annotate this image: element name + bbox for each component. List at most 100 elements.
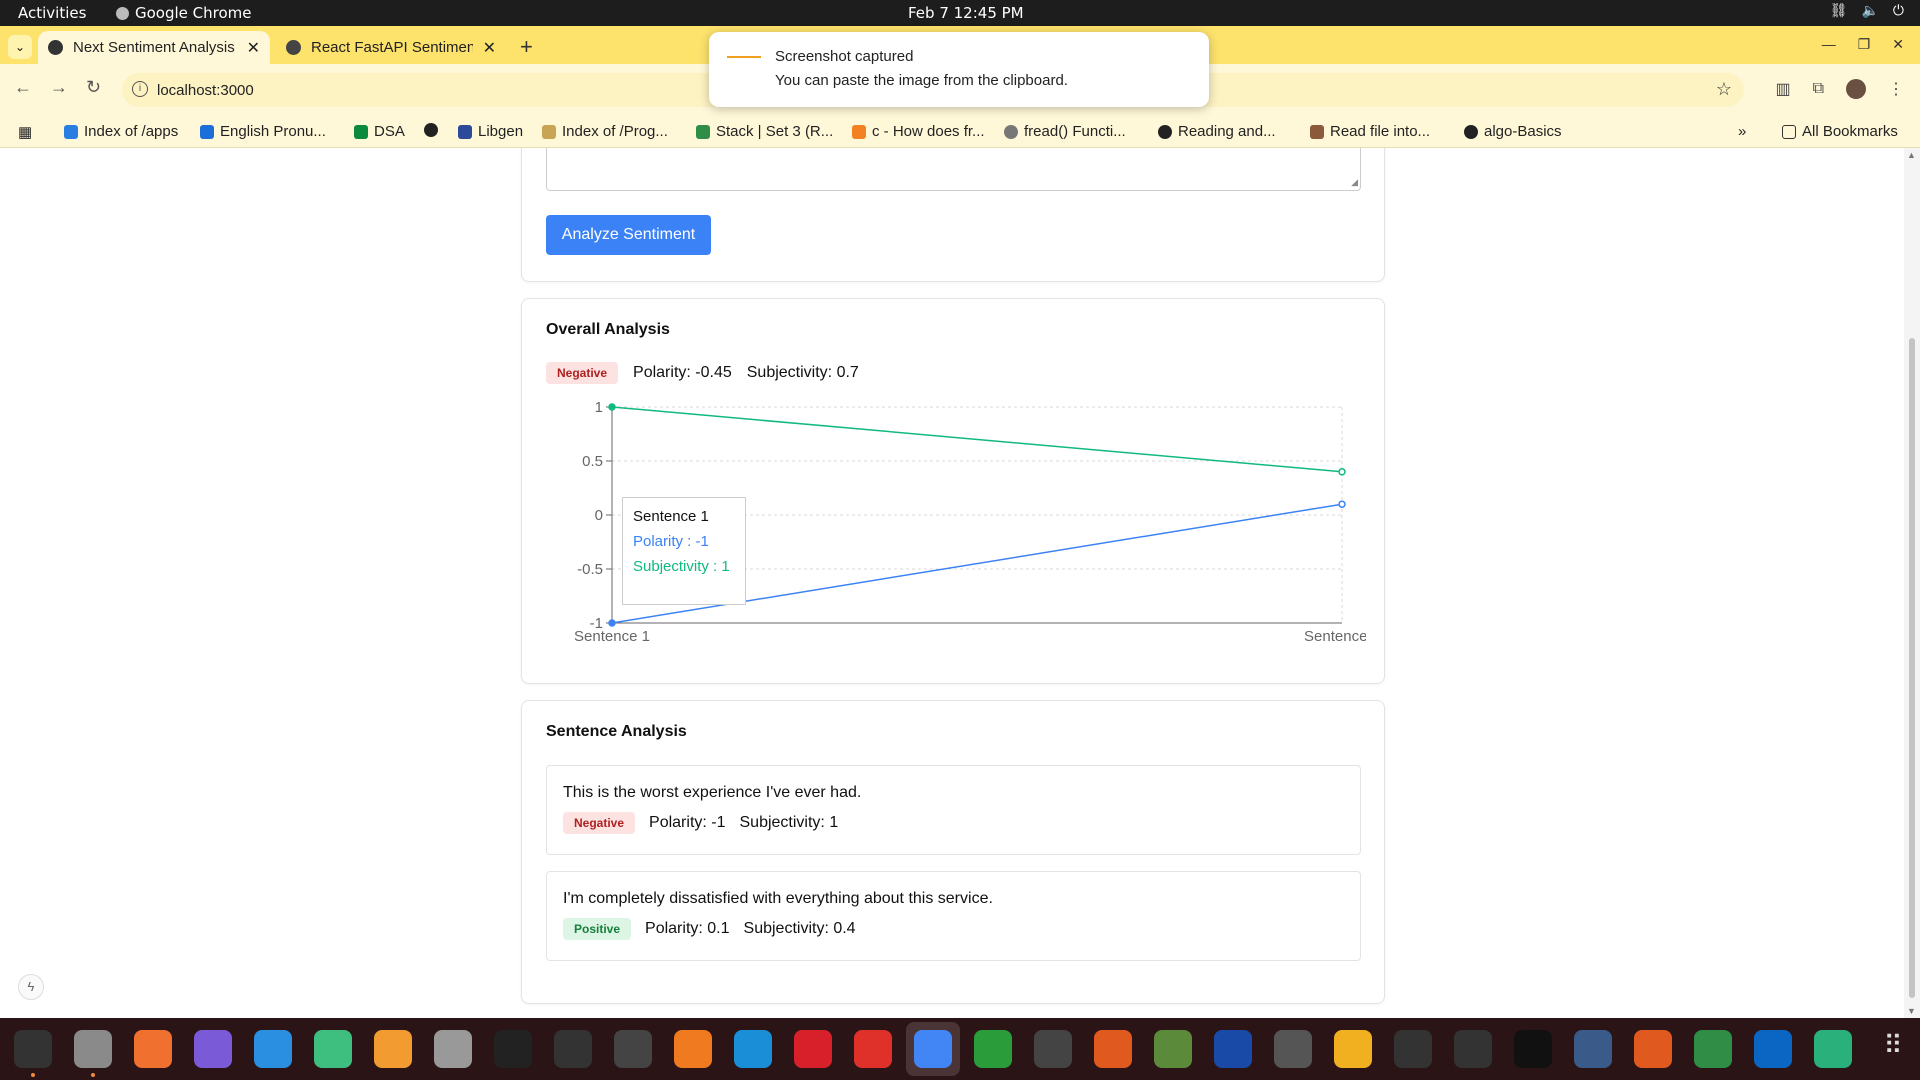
bookmark-item[interactable]: Index of /apps: [64, 123, 178, 140]
jetbrains-toolbox-icon[interactable]: [1094, 1030, 1132, 1068]
new-tab-button[interactable]: +: [520, 34, 533, 60]
xampp-icon[interactable]: [1814, 1030, 1852, 1068]
overall-analysis-heading: Overall Analysis: [546, 321, 670, 338]
close-window-icon[interactable]: ✕: [1892, 36, 1904, 53]
pe-icon[interactable]: [1634, 1030, 1672, 1068]
bookmark-item[interactable]: Reading and...: [1158, 123, 1276, 140]
scroll-up-icon[interactable]: ▲: [1907, 150, 1916, 160]
blender-like-icon[interactable]: [194, 1030, 232, 1068]
vscode-icon[interactable]: [254, 1030, 292, 1068]
clock[interactable]: Feb 7 12:45 PM: [908, 4, 1024, 22]
page-scrollbar[interactable]: ▲ ▼: [1904, 148, 1920, 1018]
firefox-icon[interactable]: [674, 1030, 712, 1068]
power-icon: ⏻: [1892, 3, 1904, 19]
bookmark-item[interactable]: Libgen: [458, 123, 523, 140]
font-viewer-icon[interactable]: [614, 1030, 652, 1068]
c-editor-icon[interactable]: [1274, 1030, 1312, 1068]
bookmark-item[interactable]: Index of /Prog...: [542, 123, 668, 140]
brackets-icon[interactable]: [1214, 1030, 1252, 1068]
resize-handle-icon[interactable]: ◢: [1351, 177, 1358, 188]
vivaldi-icon[interactable]: [854, 1030, 892, 1068]
bookmark-item[interactable]: c - How does fr...: [852, 123, 985, 140]
atom-icon[interactable]: [314, 1030, 352, 1068]
ideone-icon[interactable]: [1034, 1030, 1072, 1068]
reload-icon[interactable]: ↻: [86, 77, 101, 98]
menu-icon[interactable]: ⋮: [1888, 79, 1904, 99]
site-info-icon[interactable]: i: [132, 81, 148, 97]
bookmark-item[interactable]: fread() Functi...: [1004, 123, 1126, 140]
bookmark-item[interactable]: DSA: [354, 123, 405, 140]
geeksforgeeks-icon[interactable]: [1694, 1030, 1732, 1068]
screenshot-notification[interactable]: Screenshot captured You can paste the im…: [709, 32, 1209, 107]
bookmark-favicon-icon: [458, 124, 472, 139]
tab-react-fastapi[interactable]: React FastAPI Sentiment ✕: [276, 31, 506, 64]
system-tray[interactable]: ⛓ 🔈 ⏻: [1830, 3, 1904, 19]
gitkraken-icon[interactable]: [1394, 1030, 1432, 1068]
apps-grid-icon[interactable]: ▦: [18, 123, 32, 141]
reading-list-icon[interactable]: ▥: [1775, 79, 1790, 99]
bookmark-label: Read file into...: [1330, 123, 1431, 140]
bookmark-label: Index of /Prog...: [562, 123, 668, 140]
sentiment-badge: Negative: [546, 362, 619, 384]
close-tab-icon[interactable]: ✕: [483, 38, 496, 58]
y-tick-label: 0.5: [582, 453, 603, 470]
tab-title: Next Sentiment Analysis: [73, 39, 235, 56]
chrome-dev-icon[interactable]: [1574, 1030, 1612, 1068]
bookmark-star-icon[interactable]: ☆: [1716, 79, 1732, 100]
more-bookmarks-button[interactable]: »: [1738, 123, 1746, 140]
gimp-icon[interactable]: [1154, 1030, 1192, 1068]
terminal-icon[interactable]: [14, 1030, 52, 1068]
network-icon: ⛓: [1829, 3, 1848, 19]
spider-icon[interactable]: [1454, 1030, 1492, 1068]
forward-icon[interactable]: →: [50, 77, 68, 98]
minimize-icon[interactable]: —: [1822, 36, 1836, 53]
postman-icon[interactable]: [134, 1030, 172, 1068]
tooltip-polarity: Polarity : -1: [633, 533, 709, 550]
text-input[interactable]: ◢: [546, 148, 1361, 191]
activities-button[interactable]: Activities: [18, 4, 86, 22]
restore-icon[interactable]: ❐: [1858, 36, 1871, 53]
linkedin-icon[interactable]: [1754, 1030, 1792, 1068]
page-content: ◢ Analyze Sentiment Overall Analysis Neg…: [0, 148, 1904, 1018]
bookmark-item[interactable]: Read file into...: [1310, 123, 1430, 140]
bookmark-favicon-icon: [852, 124, 866, 139]
app-menu[interactable]: Google Chrome: [116, 4, 252, 22]
bookmark-item[interactable]: Stack | Set 3 (R...: [696, 123, 833, 140]
tooltip-title: Sentence 1: [633, 508, 709, 525]
scrollbar-thumb[interactable]: [1909, 338, 1915, 998]
opera-icon[interactable]: [794, 1030, 832, 1068]
bookmark-favicon-icon: [354, 124, 368, 139]
hackerrank-icon[interactable]: [1514, 1030, 1552, 1068]
tab-search-button[interactable]: ⌄: [8, 35, 32, 59]
chrome-icon: [116, 6, 129, 20]
back-icon[interactable]: ←: [14, 77, 32, 98]
webstorm-icon[interactable]: [974, 1030, 1012, 1068]
profile-app-icon[interactable]: [434, 1030, 472, 1068]
tab-next-sentiment[interactable]: Next Sentiment Analysis ✕: [38, 31, 270, 64]
github-icon[interactable]: [554, 1030, 592, 1068]
bookmark-item[interactable]: [424, 123, 444, 137]
bookmark-item[interactable]: algo-Basics: [1464, 123, 1562, 140]
tooltip-subjectivity: Subjectivity : 1: [633, 558, 730, 575]
files-icon[interactable]: [74, 1030, 112, 1068]
bookmark-item[interactable]: English Pronu...: [200, 123, 326, 140]
nextjs-dev-indicator-icon[interactable]: ϟ: [18, 974, 44, 1000]
bookmark-favicon-icon: [1004, 124, 1018, 139]
app-grid-icon[interactable]: ⠿: [1874, 1030, 1912, 1068]
charts-icon[interactable]: [1334, 1030, 1372, 1068]
extensions-icon[interactable]: ⧉: [1813, 80, 1824, 98]
chrome-icon[interactable]: [914, 1030, 952, 1068]
profile-avatar[interactable]: [1846, 79, 1866, 99]
sublime-icon[interactable]: [374, 1030, 412, 1068]
scroll-down-icon[interactable]: ▼: [1907, 1006, 1916, 1016]
bookmark-label: fread() Functi...: [1024, 123, 1126, 140]
all-bookmarks-button[interactable]: All Bookmarks: [1782, 123, 1898, 140]
url-text[interactable]: localhost:3000: [157, 82, 254, 99]
analyze-sentiment-button[interactable]: Analyze Sentiment: [546, 215, 711, 255]
window-controls: — ❐ ✕: [1822, 36, 1904, 53]
close-tab-icon[interactable]: ✕: [247, 38, 260, 58]
subjectivity-value: Subjectivity: 0.7: [746, 364, 859, 381]
github-desktop-icon[interactable]: [494, 1030, 532, 1068]
y-tick-label: 1: [595, 399, 603, 416]
edge-icon[interactable]: [734, 1030, 772, 1068]
